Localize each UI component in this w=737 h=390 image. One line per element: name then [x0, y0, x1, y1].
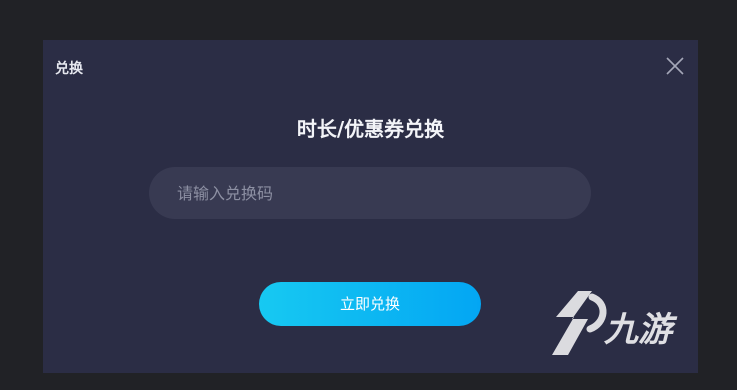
dialog-title: 兑换	[55, 61, 83, 77]
watermark-text: 九游	[603, 310, 678, 350]
redeem-now-button[interactable]: 立即兑换	[259, 282, 481, 326]
jiuyou-logo-icon	[552, 291, 607, 355]
close-icon	[666, 57, 684, 75]
close-button[interactable]	[663, 54, 687, 78]
redeem-code-input[interactable]	[149, 167, 591, 219]
redeem-heading: 时长/优惠券兑换	[296, 117, 445, 141]
jiuyou-watermark: 九游	[552, 291, 678, 355]
